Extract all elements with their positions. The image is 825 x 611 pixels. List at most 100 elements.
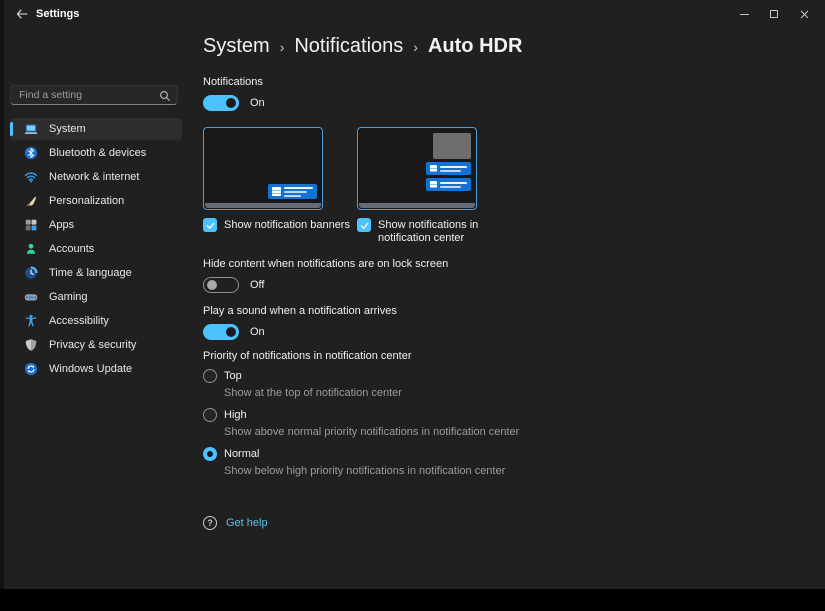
sidebar-item-label: Windows Update xyxy=(49,363,132,375)
sidebar-item-label: Network & internet xyxy=(49,171,139,183)
breadcrumb-item-system[interactable]: System xyxy=(203,33,270,59)
notifications-toggle-state: On xyxy=(250,97,265,109)
show-center-checkbox[interactable] xyxy=(357,218,371,232)
sound-label: Play a sound when a notification arrives xyxy=(203,305,783,318)
lock-screen-label: Hide content when notifications are on l… xyxy=(203,258,783,271)
priority-option-normal: Normal Show below high priority notificat… xyxy=(203,447,783,478)
lock-screen-toggle-row: Off xyxy=(203,277,783,293)
breadcrumb: System › Notifications › Auto HDR xyxy=(203,0,783,60)
sidebar-item-label: System xyxy=(49,123,86,135)
priority-options: Top Show at the top of notification cente… xyxy=(203,369,783,478)
checkmark-icon xyxy=(205,220,216,231)
accessibility-icon xyxy=(23,314,38,329)
sidebar-item-time-language[interactable]: Time & language xyxy=(10,262,182,284)
sidebar-item-label: Time & language xyxy=(49,267,132,279)
settings-window: Settings System Bluetooth & devices Networ… xyxy=(0,0,825,589)
network-icon xyxy=(23,170,38,185)
radio-description: Show below high priority notifications i… xyxy=(224,465,783,478)
help-icon: ? xyxy=(203,516,217,530)
breadcrumb-item-auto-hdr: Auto HDR xyxy=(428,33,522,59)
bluetooth-icon xyxy=(23,146,38,161)
sidebar-item-label: Privacy & security xyxy=(49,339,136,351)
search-icon xyxy=(159,89,171,107)
radio-button-high[interactable] xyxy=(203,408,217,422)
priority-option-high: High Show above normal priority notificat… xyxy=(203,408,783,439)
priority-option-top: Top Show at the top of notification cente… xyxy=(203,369,783,400)
sidebar-item-personalization[interactable]: Personalization xyxy=(10,190,182,212)
sound-toggle[interactable] xyxy=(203,324,239,340)
banner-preview-illustration xyxy=(203,127,323,210)
preview-taskbar xyxy=(205,203,321,208)
close-button[interactable] xyxy=(789,2,819,26)
radio-button-top[interactable] xyxy=(203,369,217,383)
sidebar-item-label: Gaming xyxy=(49,291,88,303)
lock-screen-toggle[interactable] xyxy=(203,277,239,293)
sidebar-item-label: Apps xyxy=(49,219,74,231)
radio-label: Normal xyxy=(224,448,259,460)
radio-description: Show above normal priority notifications… xyxy=(224,426,783,439)
radio-button-normal[interactable] xyxy=(203,447,217,461)
sidebar-item-accounts[interactable]: Accounts xyxy=(10,238,182,260)
privacy-security-icon xyxy=(23,338,38,353)
priority-radio-row-top[interactable]: Top xyxy=(203,369,783,383)
search-box[interactable] xyxy=(10,85,178,105)
apps-icon xyxy=(23,218,38,233)
priority-label: Priority of notifications in notificatio… xyxy=(203,350,783,363)
back-arrow-icon xyxy=(16,9,28,19)
priority-radio-row-normal[interactable]: Normal xyxy=(203,447,783,461)
notifications-toggle-row: On xyxy=(203,95,783,111)
show-banners-label: Show notification banners xyxy=(224,218,350,232)
radio-description: Show at the top of notification center xyxy=(224,387,783,400)
sidebar-item-accessibility[interactable]: Accessibility xyxy=(10,310,182,332)
accounts-icon xyxy=(23,242,38,257)
show-center-label: Show notifications in notification cente… xyxy=(378,218,482,245)
priority-radio-row-high[interactable]: High xyxy=(203,408,783,422)
breadcrumb-separator-icon: › xyxy=(280,32,285,60)
gaming-icon xyxy=(23,290,38,305)
preview-notification-banner xyxy=(268,184,317,199)
sidebar-item-apps[interactable]: Apps xyxy=(10,214,182,236)
close-icon xyxy=(800,10,809,19)
show-center-checkbox-row[interactable]: Show notifications in notification cente… xyxy=(357,218,487,245)
back-button[interactable] xyxy=(12,5,32,23)
breadcrumb-item-notifications[interactable]: Notifications xyxy=(294,33,403,59)
app-title: Settings xyxy=(36,8,79,20)
sidebar-item-label: Accounts xyxy=(49,243,94,255)
sidebar-item-system[interactable]: System xyxy=(10,118,182,140)
sound-toggle-row: On xyxy=(203,324,783,340)
window-left-edge xyxy=(0,0,4,589)
preview-center-banner-1 xyxy=(426,162,471,175)
notification-previews: Show notification banners xyxy=(203,127,783,245)
sidebar-item-network-internet[interactable]: Network & internet xyxy=(10,166,182,188)
show-banners-checkbox-row[interactable]: Show notification banners xyxy=(203,218,333,232)
desktop-background-strip xyxy=(0,589,825,611)
get-help-link[interactable]: Get help xyxy=(226,517,268,529)
search-input[interactable] xyxy=(11,86,177,104)
notifications-label: Notifications xyxy=(203,76,783,89)
sound-toggle-state: On xyxy=(250,326,265,338)
radio-label: High xyxy=(224,409,247,421)
main-content: System › Notifications › Auto HDR Notificati… xyxy=(203,0,783,530)
center-preview-illustration xyxy=(357,127,477,210)
sidebar-item-label: Personalization xyxy=(49,195,124,207)
notifications-toggle[interactable] xyxy=(203,95,239,111)
preview-taskbar xyxy=(359,203,475,208)
system-icon xyxy=(23,122,38,137)
lock-screen-toggle-state: Off xyxy=(250,279,264,291)
breadcrumb-separator-icon: › xyxy=(413,32,418,60)
preview-calendar-box xyxy=(433,133,471,159)
sidebar-item-windows-update[interactable]: Windows Update xyxy=(10,358,182,380)
sidebar-item-bluetooth-devices[interactable]: Bluetooth & devices xyxy=(10,142,182,164)
personalization-icon xyxy=(23,194,38,209)
sidebar-nav: System Bluetooth & devices Network & inter… xyxy=(10,118,182,380)
selected-indicator xyxy=(10,122,13,136)
sidebar-item-privacy-security[interactable]: Privacy & security xyxy=(10,334,182,356)
checkmark-icon xyxy=(359,220,370,231)
sidebar-item-gaming[interactable]: Gaming xyxy=(10,286,182,308)
preview-center-banner-2 xyxy=(426,178,471,191)
get-help-row: ? Get help xyxy=(203,516,783,530)
show-banners-checkbox[interactable] xyxy=(203,218,217,232)
radio-label: Top xyxy=(224,370,242,382)
sidebar-item-label: Accessibility xyxy=(49,315,109,327)
sidebar-item-label: Bluetooth & devices xyxy=(49,147,146,159)
